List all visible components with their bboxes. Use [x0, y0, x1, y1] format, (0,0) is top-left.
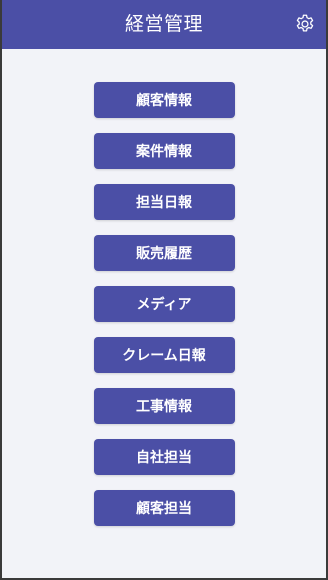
main-menu: 顧客情報 案件情報 担当日報 販売履歴 メディア クレーム日報 工事情報 自社担… [2, 82, 326, 526]
gear-icon[interactable] [294, 13, 316, 35]
media-button[interactable]: メディア [93, 286, 235, 322]
complaint-daily-report-button[interactable]: クレーム日報 [93, 337, 235, 373]
staff-daily-report-button[interactable]: 担当日報 [93, 184, 235, 220]
in-house-staff-button[interactable]: 自社担当 [93, 439, 235, 475]
sales-history-button[interactable]: 販売履歴 [93, 235, 235, 271]
page-title: 経営管理 [124, 13, 203, 35]
customer-staff-button[interactable]: 顧客担当 [93, 490, 235, 526]
header-bar: 経営管理 [2, 0, 326, 49]
customer-info-button[interactable]: 顧客情報 [93, 82, 235, 118]
app-window: 経営管理 顧客情報 案件情報 担当日報 販売履歴 メディア クレーム日報 工事情… [0, 0, 328, 580]
construction-info-button[interactable]: 工事情報 [93, 388, 235, 424]
project-info-button[interactable]: 案件情報 [93, 133, 235, 169]
